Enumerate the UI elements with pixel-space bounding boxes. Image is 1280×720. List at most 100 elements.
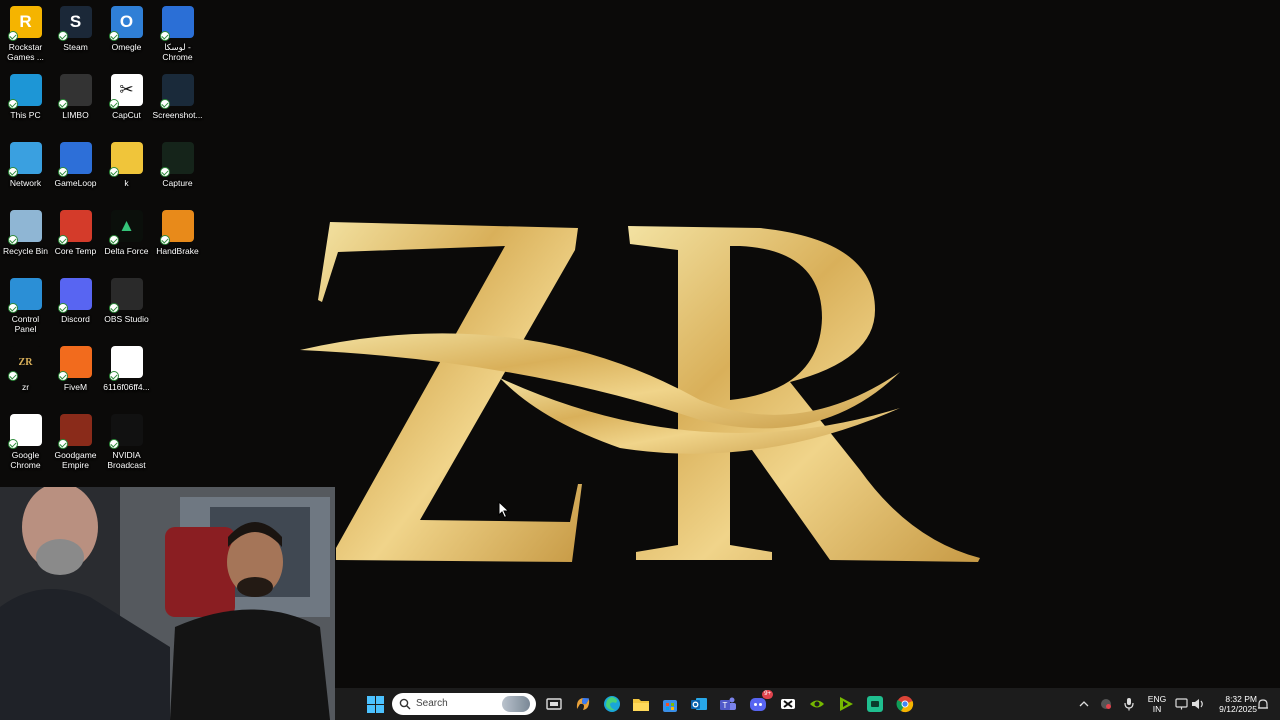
sync-check-icon	[108, 167, 119, 177]
network-status-button[interactable]	[1173, 692, 1189, 716]
desktop-icon[interactable]: ✂ CapCut	[101, 68, 152, 134]
desktop-icon[interactable]: GameLoop	[50, 136, 101, 202]
mouse-cursor-icon	[498, 501, 510, 519]
desktop-icon[interactable]: Screenshot...	[152, 68, 203, 134]
desktop-icon-label: GameLoop	[54, 178, 97, 188]
copilot-button[interactable]	[571, 692, 595, 716]
discord-taskbar-button[interactable]: 9+	[746, 690, 773, 716]
desktop-icon-label: Steam	[63, 42, 88, 52]
taskbar: Search T 9+ ENG IN 8:32 PM 9/12/2025	[335, 688, 1280, 720]
network-status-icon	[1174, 698, 1188, 710]
desktop-icon[interactable]: Control Panel	[0, 272, 51, 338]
desktop-icon[interactable]: Discord	[50, 272, 101, 338]
desktop-icon-label: FiveM	[63, 382, 88, 392]
handbrake-icon	[159, 210, 194, 245]
desktop-icon-label: Discord	[61, 314, 90, 324]
clock-time: 8:32 PM	[1225, 694, 1257, 704]
task-view-button[interactable]	[542, 692, 566, 716]
desktop-icon[interactable]: O Omegle	[101, 0, 152, 66]
desktop-icon[interactable]: ZR zr	[0, 340, 51, 406]
desktop-icon-label: Rockstar Games ...	[7, 42, 44, 62]
desktop-icon-label: Capture	[162, 178, 193, 188]
google-chrome-icon	[7, 414, 42, 449]
desktop-icon[interactable]: S Steam	[50, 0, 101, 66]
sync-check-icon	[108, 235, 119, 245]
desktop-icon-label: k	[124, 178, 129, 188]
steam-icon: S	[57, 6, 92, 41]
edge-button[interactable]	[600, 692, 624, 716]
tray-app-button[interactable]	[1098, 692, 1114, 716]
teams-button[interactable]: T	[716, 692, 740, 716]
desktop-icon[interactable]: HandBrake	[152, 204, 203, 270]
sync-check-icon	[57, 235, 68, 245]
nvidia-broadcast-taskbar-button[interactable]	[834, 692, 858, 716]
desktop-icon[interactable]: Network	[0, 136, 51, 202]
app-button[interactable]	[863, 692, 887, 716]
desktop-icon[interactable]: 6116f06ff4...	[101, 340, 152, 406]
sync-check-icon	[7, 371, 18, 381]
desktop-icon-label: Screenshot...	[152, 110, 203, 120]
desktop-icon[interactable]: LIMBO	[50, 68, 101, 134]
sync-check-icon	[108, 303, 119, 313]
sync-check-icon	[57, 439, 68, 449]
limbo-icon	[57, 74, 92, 109]
sync-check-icon	[7, 167, 18, 177]
sync-check-icon	[159, 99, 170, 109]
sync-check-icon	[7, 303, 18, 313]
sync-check-icon	[7, 31, 18, 41]
search-placeholder: Search	[416, 698, 448, 709]
input-language-indicator[interactable]: ENG IN	[1146, 694, 1168, 714]
volume-button[interactable]	[1190, 692, 1206, 716]
clock[interactable]: 8:32 PM 9/12/2025	[1211, 694, 1257, 714]
show-hidden-icons-button[interactable]	[1077, 692, 1091, 716]
microsoft-store-button[interactable]	[658, 692, 682, 716]
chevron-up-icon	[1079, 701, 1089, 707]
sync-check-icon	[108, 99, 119, 109]
folder-icon	[108, 142, 143, 177]
task-view-icon	[546, 698, 562, 710]
capcut-icon: ✂	[108, 74, 143, 109]
chrome-icon	[159, 6, 194, 41]
desktop-icon[interactable]: FiveM	[50, 340, 101, 406]
desktop-icon[interactable]: Core Temp	[50, 204, 101, 270]
taskbar-search-box[interactable]: Search	[392, 693, 536, 715]
rockstar-icon: R	[7, 6, 42, 41]
svg-text:T: T	[723, 701, 728, 710]
desktop-icon[interactable]: This PC	[0, 68, 51, 134]
desktop-icon-label: NVIDIA Broadcast	[107, 450, 146, 470]
microphone-button[interactable]	[1121, 692, 1137, 716]
file-explorer-button[interactable]	[629, 692, 653, 716]
tray-app-icon	[1101, 699, 1111, 709]
nvidia-button[interactable]	[805, 692, 829, 716]
desktop-icon-label: Control Panel	[11, 314, 40, 334]
core-temp-icon	[57, 210, 92, 245]
desktop-icon[interactable]: Google Chrome	[0, 408, 51, 474]
start-button[interactable]	[363, 692, 387, 716]
desktop-icon[interactable]: Goodgame Empire	[50, 408, 101, 474]
sync-check-icon	[108, 439, 119, 449]
notifications-button[interactable]	[1255, 692, 1271, 716]
desktop-icon[interactable]: k	[101, 136, 152, 202]
desktop-icon[interactable]: NVIDIA Broadcast	[101, 408, 152, 474]
teams-icon: T	[720, 697, 736, 710]
fivem-icon	[57, 346, 92, 381]
control-panel-icon	[7, 278, 42, 313]
capcut-taskbar-button[interactable]	[776, 692, 800, 716]
zr-file-icon: ZR	[7, 346, 42, 381]
sync-check-icon	[57, 99, 68, 109]
chrome-taskbar-button[interactable]	[893, 692, 917, 716]
desktop-icon[interactable]: Capture	[152, 136, 203, 202]
desktop-icon[interactable]: R Rockstar Games ...	[0, 0, 51, 66]
outlook-button[interactable]	[687, 692, 711, 716]
desktop-icon[interactable]: OBS Studio	[101, 272, 152, 338]
microphone-icon	[1124, 698, 1134, 711]
desktop-icon[interactable]: لوسكا - Chrome	[152, 0, 203, 66]
desktop-icon-label: Goodgame Empire	[54, 450, 97, 470]
capcut-taskbar-icon	[781, 699, 795, 709]
desktop-icon[interactable]: Recycle Bin	[0, 204, 51, 270]
desktop-icon-grid: R Rockstar Games ... S Steam O Omegle لوسكا - …	[0, 0, 204, 490]
sync-check-icon	[159, 31, 170, 41]
sync-check-icon	[57, 31, 68, 41]
windows-logo-icon	[366, 695, 384, 713]
desktop-icon[interactable]: ▲ Delta Force	[101, 204, 152, 270]
